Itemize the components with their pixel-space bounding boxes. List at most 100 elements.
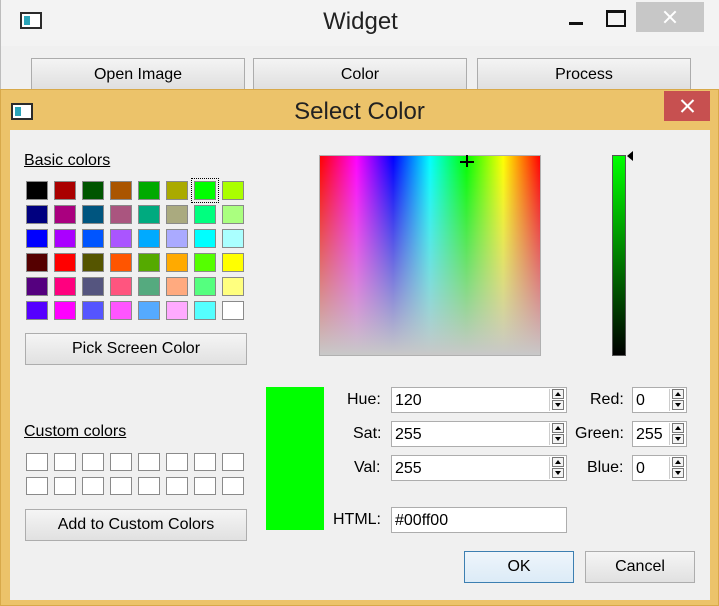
custom-color-swatch[interactable] — [166, 477, 188, 495]
green-down-icon[interactable] — [672, 434, 684, 444]
basic-color-swatch[interactable] — [166, 277, 188, 296]
basic-color-swatch[interactable] — [110, 277, 132, 296]
val-spinbox[interactable]: 255 — [391, 455, 567, 481]
basic-color-swatch[interactable] — [166, 229, 188, 248]
basic-color-swatch[interactable] — [54, 181, 76, 200]
custom-color-swatch[interactable] — [82, 477, 104, 495]
blue-down-icon[interactable] — [672, 468, 684, 478]
sat-spinbox[interactable]: 255 — [391, 421, 567, 447]
basic-color-swatch[interactable] — [222, 229, 244, 248]
pick-screen-color-button[interactable]: Pick Screen Color — [25, 333, 247, 365]
custom-color-swatch[interactable] — [194, 453, 216, 471]
basic-color-swatch[interactable] — [138, 253, 160, 272]
basic-color-swatch[interactable] — [138, 181, 160, 200]
custom-color-swatch[interactable] — [110, 453, 132, 471]
dialog-close-icon[interactable] — [664, 91, 710, 121]
basic-color-swatch[interactable] — [138, 277, 160, 296]
basic-color-swatch[interactable] — [194, 301, 216, 320]
custom-color-swatch[interactable] — [166, 453, 188, 471]
basic-color-swatch[interactable] — [222, 253, 244, 272]
basic-color-swatch[interactable] — [166, 253, 188, 272]
basic-color-swatch[interactable] — [138, 301, 160, 320]
html-input[interactable]: #00ff00 — [391, 507, 567, 533]
basic-color-swatch[interactable] — [222, 301, 244, 320]
hue-spin-arrows[interactable] — [549, 389, 565, 411]
sat-down-icon[interactable] — [552, 434, 564, 444]
blue-spinbox[interactable]: 0 — [632, 455, 687, 481]
val-down-icon[interactable] — [552, 468, 564, 478]
hue-up-icon[interactable] — [552, 389, 564, 399]
sat-spin-arrows[interactable] — [549, 423, 565, 445]
value-slider-arrow-icon[interactable] — [627, 151, 633, 161]
basic-color-swatch[interactable] — [222, 205, 244, 224]
basic-color-swatch[interactable] — [222, 181, 244, 200]
basic-color-swatch[interactable] — [191, 178, 219, 203]
basic-color-swatch[interactable] — [26, 301, 48, 320]
basic-color-swatch[interactable] — [110, 181, 132, 200]
red-up-icon[interactable] — [672, 389, 684, 399]
red-spin-arrows[interactable] — [669, 389, 685, 411]
basic-color-swatch[interactable] — [54, 253, 76, 272]
basic-color-swatch[interactable] — [26, 205, 48, 224]
basic-color-swatch[interactable] — [194, 205, 216, 224]
basic-color-swatch[interactable] — [54, 205, 76, 224]
cancel-button[interactable]: Cancel — [585, 551, 695, 583]
basic-color-swatch[interactable] — [54, 301, 76, 320]
process-button[interactable]: Process — [477, 58, 691, 92]
basic-color-swatch[interactable] — [166, 181, 188, 200]
custom-color-swatch[interactable] — [194, 477, 216, 495]
basic-color-swatch[interactable] — [82, 205, 104, 224]
background-close-icon[interactable] — [636, 2, 704, 32]
value-slider-bar[interactable] — [612, 155, 626, 356]
custom-color-swatch[interactable] — [26, 453, 48, 471]
ok-button[interactable]: OK — [464, 551, 574, 583]
open-image-button[interactable]: Open Image — [31, 58, 245, 92]
dialog-title-bar[interactable]: Select Color — [1, 90, 718, 128]
custom-color-swatch[interactable] — [222, 453, 244, 471]
custom-color-swatch[interactable] — [82, 453, 104, 471]
green-spinbox[interactable]: 255 — [632, 421, 687, 447]
basic-color-swatch[interactable] — [194, 253, 216, 272]
color-button[interactable]: Color — [253, 58, 467, 92]
basic-color-swatch[interactable] — [166, 205, 188, 224]
basic-color-swatch[interactable] — [54, 229, 76, 248]
basic-color-swatch[interactable] — [138, 229, 160, 248]
custom-color-swatch[interactable] — [138, 477, 160, 495]
green-up-icon[interactable] — [672, 423, 684, 433]
basic-color-swatch[interactable] — [82, 181, 104, 200]
basic-color-swatch[interactable] — [82, 301, 104, 320]
hue-spinbox[interactable]: 120 — [391, 387, 567, 413]
basic-color-swatch[interactable] — [26, 181, 48, 200]
custom-color-swatch[interactable] — [110, 477, 132, 495]
basic-color-swatch[interactable] — [138, 205, 160, 224]
basic-color-swatch[interactable] — [26, 277, 48, 296]
basic-color-swatch[interactable] — [26, 229, 48, 248]
basic-color-swatch[interactable] — [26, 253, 48, 272]
basic-color-swatch[interactable] — [82, 253, 104, 272]
basic-color-swatch[interactable] — [110, 301, 132, 320]
basic-color-swatch[interactable] — [194, 229, 216, 248]
custom-color-swatch[interactable] — [54, 477, 76, 495]
hue-down-icon[interactable] — [552, 400, 564, 410]
custom-color-swatch[interactable] — [54, 453, 76, 471]
val-up-icon[interactable] — [552, 457, 564, 467]
basic-color-swatch[interactable] — [82, 229, 104, 248]
sat-up-icon[interactable] — [552, 423, 564, 433]
minimize-icon[interactable] — [561, 4, 591, 32]
blue-up-icon[interactable] — [672, 457, 684, 467]
hue-saturation-field[interactable] — [319, 155, 541, 356]
maximize-icon[interactable] — [599, 4, 629, 32]
basic-color-swatch[interactable] — [82, 277, 104, 296]
basic-color-swatch[interactable] — [110, 229, 132, 248]
custom-color-swatch[interactable] — [26, 477, 48, 495]
custom-color-swatch[interactable] — [138, 453, 160, 471]
add-to-custom-colors-button[interactable]: Add to Custom Colors — [25, 509, 247, 541]
red-spinbox[interactable]: 0 — [632, 387, 687, 413]
basic-color-swatch[interactable] — [166, 301, 188, 320]
val-spin-arrows[interactable] — [549, 457, 565, 479]
basic-color-swatch[interactable] — [194, 277, 216, 296]
red-down-icon[interactable] — [672, 400, 684, 410]
basic-color-swatch[interactable] — [110, 205, 132, 224]
basic-color-swatch[interactable] — [110, 253, 132, 272]
basic-color-swatch[interactable] — [222, 277, 244, 296]
